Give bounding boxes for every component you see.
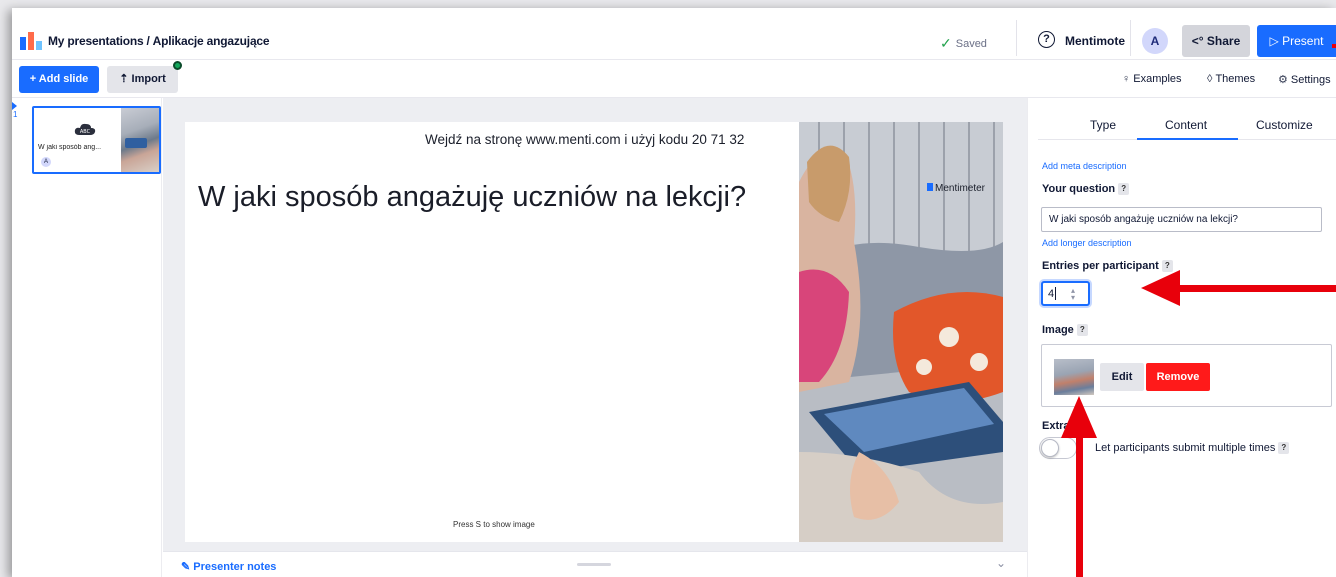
present-button[interactable]: ▷ Present xyxy=(1257,25,1336,57)
present-label: Present xyxy=(1282,34,1324,48)
saved-label: Saved xyxy=(955,38,987,50)
svg-text:ABC: ABC xyxy=(80,129,91,135)
mentimote-link[interactable]: Mentimote xyxy=(1065,34,1125,48)
entries-per-participant-input[interactable]: 4 ▴ ▾ xyxy=(1041,281,1090,306)
help-icon[interactable]: ? xyxy=(1038,31,1055,48)
slide-question: W jaki sposób angażuję uczniów na lekcji… xyxy=(198,181,747,213)
breadcrumb: My presentations / Aplikacje angazujące xyxy=(48,34,270,48)
resize-handle[interactable] xyxy=(577,563,611,566)
slide-settings-panel: Type Content Customize Add meta descript… xyxy=(1027,98,1336,577)
mentimeter-editor: My presentations / Aplikacje angazujące ✓ S… xyxy=(12,8,1336,577)
your-question-label: Your question? xyxy=(1042,183,1130,195)
presentation-title[interactable]: Aplikacje angazujące xyxy=(153,34,270,48)
examples-label: Examples xyxy=(1133,73,1182,85)
notification-dot xyxy=(173,61,182,70)
tab-type[interactable]: Type xyxy=(1090,118,1116,132)
divider xyxy=(1016,20,1017,56)
chevron-down-icon[interactable]: ⌄ xyxy=(996,556,1006,570)
slide-thumbnail-image xyxy=(121,108,159,172)
add-slide-button[interactable]: + Add slide xyxy=(19,66,99,93)
help-icon[interactable]: ? xyxy=(1076,324,1088,336)
slide-thumbnail-label: W jaki sposób ang... xyxy=(38,144,102,151)
presenter-notes-label: Presenter notes xyxy=(193,561,277,573)
slide-list: 1 ABC W jaki sposób ang... A xyxy=(12,98,162,577)
image-label: Image? xyxy=(1042,324,1088,336)
entries-value: 4 xyxy=(1048,288,1055,300)
breadcrumb-separator: / xyxy=(146,34,150,48)
show-image-hint: Press S to show image xyxy=(453,520,535,529)
share-label: Share xyxy=(1206,34,1241,48)
image-thumbnail xyxy=(1054,359,1094,395)
help-icon[interactable]: ? xyxy=(1161,260,1173,272)
examples-link[interactable]: ♀ Examples xyxy=(1122,73,1182,85)
top-bar: My presentations / Aplikacje angazujące ✓ S… xyxy=(12,8,1336,60)
add-meta-description-link[interactable]: Add meta description xyxy=(1042,161,1127,171)
slide-thumbnail[interactable]: ABC W jaki sposób ang... A xyxy=(32,106,161,174)
multiple-submit-label: Let participants submit multiple times? xyxy=(1095,442,1290,454)
image-uploader: Edit Remove xyxy=(1041,344,1332,407)
upload-icon: ⇡ xyxy=(119,73,132,85)
slide-number: 1 xyxy=(13,110,18,119)
mentimeter-mark-icon xyxy=(927,183,933,191)
import-button[interactable]: ⇡ Import xyxy=(107,66,178,93)
presenter-notes-bar[interactable]: ✎ Presenter notes ⌄ xyxy=(163,551,1027,577)
divider xyxy=(1130,20,1131,56)
toggle-knob xyxy=(1041,439,1059,457)
help-icon[interactable]: ? xyxy=(1278,442,1290,454)
breadcrumb-root[interactable]: My presentations xyxy=(48,34,144,48)
themes-label: Themes xyxy=(1215,73,1256,85)
presenter-notes-toggle[interactable]: ✎ Presenter notes xyxy=(181,560,276,573)
multiple-submit-toggle[interactable] xyxy=(1039,437,1077,459)
tab-content[interactable]: Content xyxy=(1165,118,1207,132)
slide-preview[interactable]: Wejdź na stronę www.menti.com i użyj kod… xyxy=(185,122,1003,542)
add-longer-description-link[interactable]: Add longer description xyxy=(1042,238,1132,248)
current-slide-marker-icon xyxy=(12,102,17,110)
mentimeter-logo[interactable] xyxy=(20,32,42,50)
import-label: Import xyxy=(131,73,166,85)
entries-per-participant-label: Entries per participant? xyxy=(1042,260,1173,272)
tab-customize[interactable]: Customize xyxy=(1256,118,1313,132)
lightbulb-icon: ♀ xyxy=(1122,73,1131,85)
slide-thumbnail-avatar: A xyxy=(41,157,51,167)
join-instructions: Wejdź na stronę www.menti.com i użyj kod… xyxy=(425,132,745,147)
play-icon: ▷ xyxy=(1269,34,1283,48)
themes-link[interactable]: ◊ Themes xyxy=(1207,73,1255,85)
extras-label: Extras xyxy=(1042,420,1076,432)
saved-status: ✓ Saved xyxy=(940,34,987,51)
mentimeter-watermark: Mentimeter xyxy=(927,183,985,194)
share-button[interactable]: <° Share xyxy=(1182,25,1250,57)
pencil-icon: ✎ xyxy=(181,561,194,573)
drop-icon: ◊ xyxy=(1207,73,1213,85)
settings-label: Settings xyxy=(1290,74,1331,86)
slide-canvas: Wejdź na stronę www.menti.com i użyj kod… xyxy=(163,98,1027,577)
mentimeter-brand: Mentimeter xyxy=(935,183,986,194)
user-avatar[interactable]: A xyxy=(1142,28,1168,54)
gear-icon: ⚙ xyxy=(1278,74,1288,86)
active-tab-indicator xyxy=(1137,138,1238,140)
stepper-arrows-icon[interactable]: ▴ ▾ xyxy=(1071,287,1075,302)
text-caret xyxy=(1055,287,1056,300)
word-cloud-icon: ABC xyxy=(74,123,96,135)
settings-link[interactable]: ⚙ Settings xyxy=(1278,73,1331,86)
share-icon: <° xyxy=(1191,34,1207,48)
edit-image-button[interactable]: Edit xyxy=(1100,363,1144,391)
editor-toolbar: + Add slide ⇡ Import ♀ Examples ◊ Themes ⚙… xyxy=(12,60,1336,98)
check-icon: ✓ xyxy=(940,35,952,51)
question-input[interactable] xyxy=(1041,207,1322,232)
remove-image-button[interactable]: Remove xyxy=(1146,363,1210,391)
help-icon[interactable]: ? xyxy=(1118,183,1130,195)
